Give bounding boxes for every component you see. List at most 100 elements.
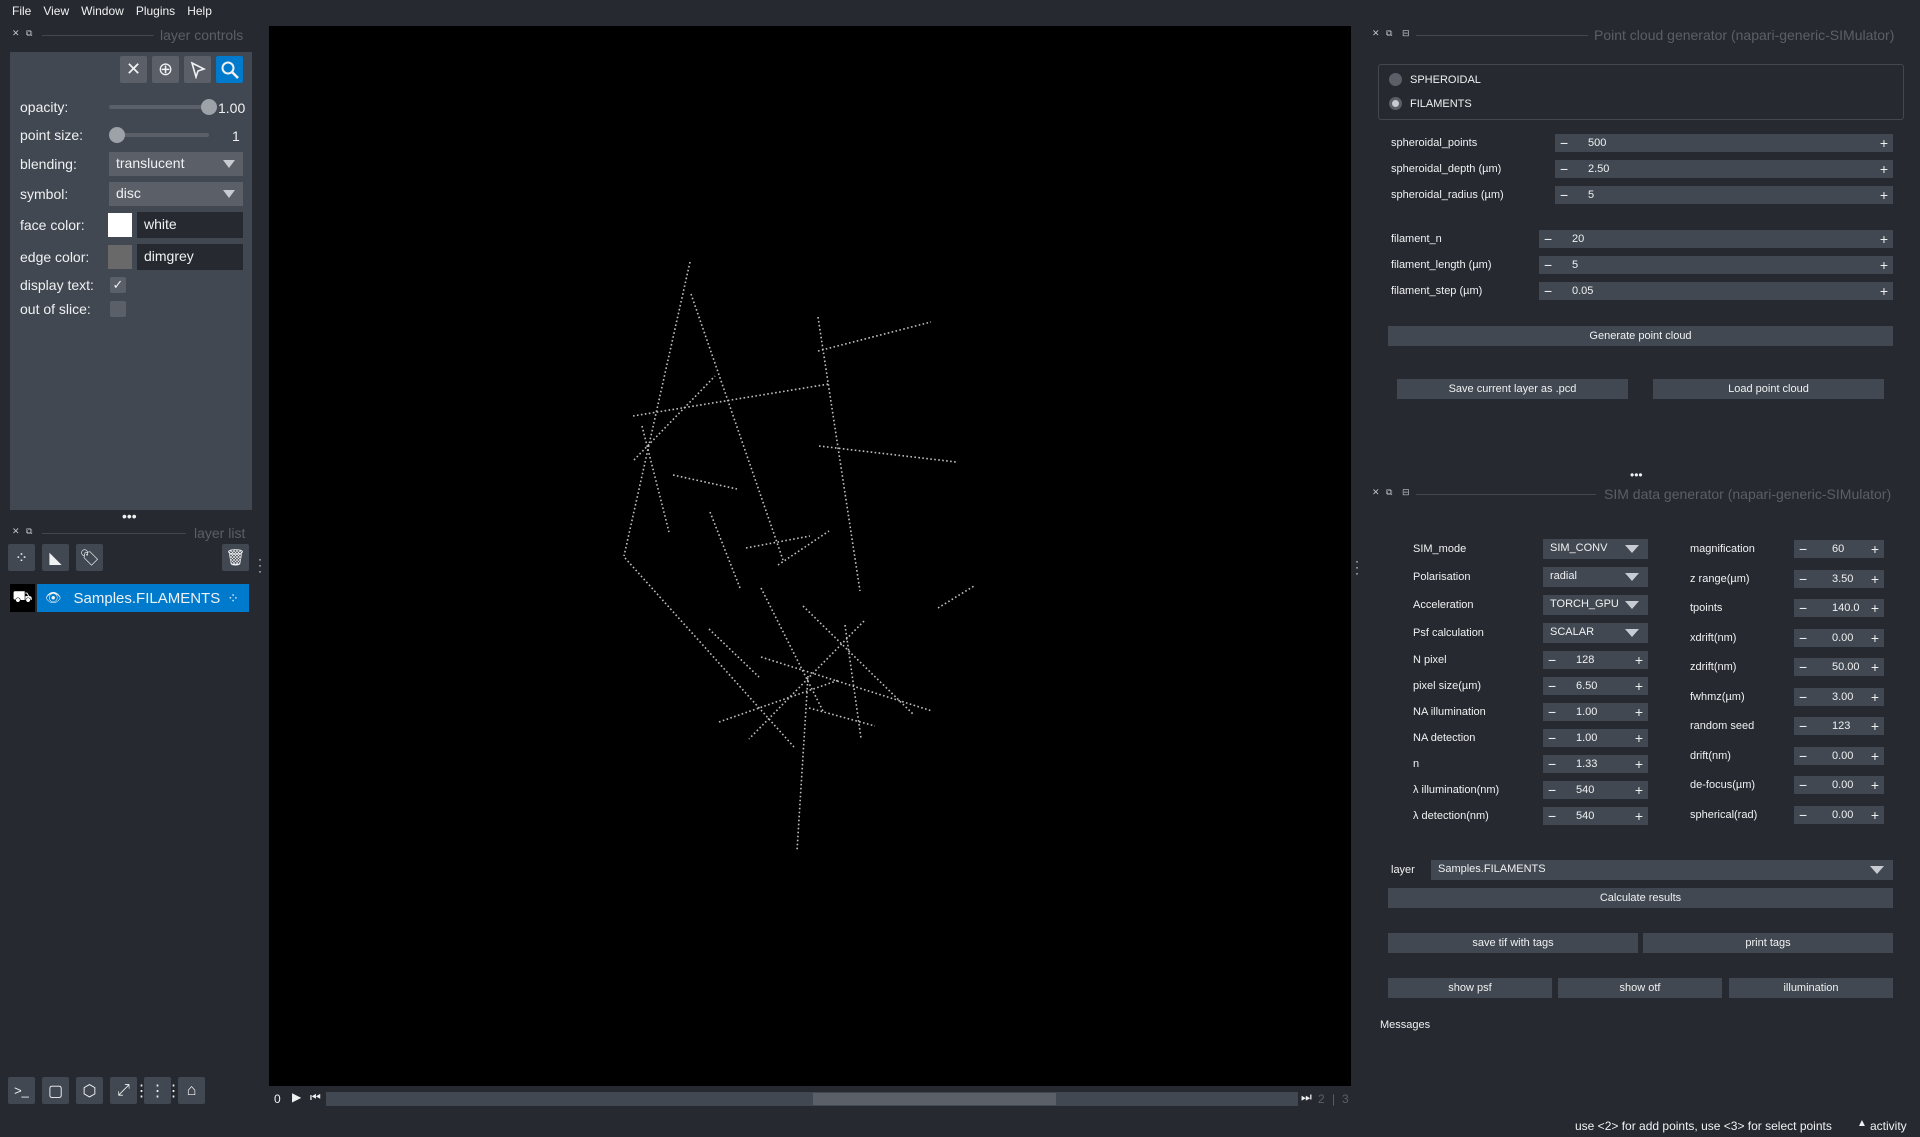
dock-float-icon[interactable]: ⧉	[1386, 487, 1392, 498]
dock-close-icon[interactable]: ✕	[12, 526, 20, 537]
skip-back-icon[interactable]: ⏮	[310, 1090, 321, 1105]
layer-select[interactable]: Samples.FILAMENTS	[1431, 860, 1893, 880]
console-button[interactable]: >_	[8, 1077, 35, 1104]
dock-close-icon[interactable]: ✕	[1372, 487, 1380, 498]
param-spinbox[interactable]: − 60 +	[1794, 540, 1884, 558]
blending-select[interactable]: translucent	[109, 152, 243, 176]
param-spinbox[interactable]: − 50.00 +	[1794, 658, 1884, 676]
param-spinbox[interactable]: − 140.0 +	[1794, 599, 1884, 617]
calculate-results-button[interactable]: Calculate results	[1388, 888, 1893, 908]
dock-hide-icon[interactable]: ⊟	[1402, 28, 1410, 39]
plus-icon[interactable]: +	[1635, 677, 1643, 695]
delete-points-button[interactable]: ✕	[120, 56, 147, 83]
spheroidal-points-spinbox[interactable]: − 500 +	[1555, 134, 1893, 152]
filament-length-spinbox[interactable]: − 5 +	[1539, 256, 1893, 274]
plus-icon[interactable]: +	[1871, 570, 1879, 588]
minus-icon[interactable]: −	[1548, 729, 1556, 747]
menu-plugins[interactable]: Plugins	[130, 4, 181, 18]
activity-button[interactable]: activity	[1870, 1119, 1907, 1133]
plus-icon[interactable]: +	[1880, 282, 1888, 300]
plus-icon[interactable]: +	[1871, 747, 1879, 765]
plus-icon[interactable]: +	[1635, 755, 1643, 773]
radio-filaments[interactable]: FILAMENTS	[1389, 97, 1472, 110]
filament-n-spinbox[interactable]: − 20 +	[1539, 230, 1893, 248]
ndisplay-button[interactable]: ▢	[42, 1077, 69, 1104]
plus-icon[interactable]: +	[1880, 230, 1888, 248]
minus-icon[interactable]: −	[1548, 651, 1556, 669]
pan-zoom-button[interactable]	[216, 56, 243, 83]
param-spinbox[interactable]: − 540 +	[1543, 807, 1648, 825]
dock-float-icon[interactable]: ⧉	[26, 28, 32, 39]
plus-icon[interactable]: +	[1635, 729, 1643, 747]
minus-icon[interactable]: −	[1799, 658, 1807, 676]
minus-icon[interactable]: −	[1560, 186, 1568, 204]
dock-float-icon[interactable]: ⧉	[26, 526, 32, 537]
param-spinbox[interactable]: − 1.00 +	[1543, 703, 1648, 721]
minus-icon[interactable]: −	[1548, 781, 1556, 799]
filament-step-spinbox[interactable]: − 0.05 +	[1539, 282, 1893, 300]
dims-axis-value[interactable]: 2	[1318, 1092, 1325, 1106]
display-text-checkbox[interactable]: ✓	[110, 277, 126, 293]
minus-icon[interactable]: −	[1799, 806, 1807, 824]
layer-row[interactable]: 👁 Samples.FILAMENTS ⁘	[37, 584, 249, 612]
param-spinbox[interactable]: − 0.00 +	[1794, 776, 1884, 794]
minus-icon[interactable]: −	[1799, 599, 1807, 617]
dock-float-icon[interactable]: ⧉	[1386, 28, 1392, 39]
roll-dims-button[interactable]: ⬡	[76, 1077, 103, 1104]
minus-icon[interactable]: −	[1544, 230, 1552, 248]
minus-icon[interactable]: −	[1548, 807, 1556, 825]
minus-icon[interactable]: −	[1560, 134, 1568, 152]
new-labels-layer-button[interactable]: 🏷	[76, 544, 103, 571]
caret-up-icon[interactable]: ▲	[1857, 1118, 1867, 1129]
add-points-button[interactable]: ⊕	[152, 56, 179, 83]
minus-icon[interactable]: −	[1799, 776, 1807, 794]
acceleration-select[interactable]: TORCH_GPU	[1543, 595, 1648, 615]
splitter-handle-vertical[interactable]: · · ·	[1355, 555, 1359, 579]
minus-icon[interactable]: −	[1799, 540, 1807, 558]
play-icon[interactable]: ▶	[292, 1090, 301, 1104]
viewer-canvas[interactable]	[269, 26, 1351, 1086]
plus-icon[interactable]: +	[1871, 540, 1879, 558]
menu-window[interactable]: Window	[75, 4, 130, 18]
splitter-handle[interactable]: •••	[122, 508, 137, 524]
spheroidal-depth-spinbox[interactable]: − 2.50 +	[1555, 160, 1893, 178]
select-points-button[interactable]	[184, 56, 211, 83]
plus-icon[interactable]: +	[1880, 160, 1888, 178]
param-spinbox[interactable]: − 3.00 +	[1794, 687, 1884, 706]
print-tags-button[interactable]: print tags	[1643, 933, 1893, 953]
plus-icon[interactable]: +	[1871, 806, 1879, 824]
dock-close-icon[interactable]: ✕	[1372, 28, 1380, 39]
param-spinbox[interactable]: − 123 +	[1794, 717, 1884, 735]
plus-icon[interactable]: +	[1635, 781, 1643, 799]
param-spinbox[interactable]: − 0.00 +	[1794, 746, 1884, 765]
plus-icon[interactable]: +	[1635, 807, 1643, 825]
opacity-slider[interactable]	[109, 105, 209, 109]
minus-icon[interactable]: −	[1548, 677, 1556, 695]
show-psf-button[interactable]: show psf	[1388, 978, 1552, 998]
generate-point-cloud-button[interactable]: Generate point cloud	[1388, 326, 1893, 346]
psf-calculation-select[interactable]: SCALAR	[1543, 623, 1648, 643]
minus-icon[interactable]: −	[1544, 282, 1552, 300]
dims-slider[interactable]	[326, 1092, 1298, 1106]
delete-layer-button[interactable]: 🗑	[222, 544, 249, 571]
minus-icon[interactable]: −	[1799, 717, 1807, 735]
param-spinbox[interactable]: − 0.00 +	[1794, 805, 1884, 824]
plus-icon[interactable]: +	[1871, 658, 1879, 676]
param-spinbox[interactable]: − 0.00 +	[1794, 628, 1884, 647]
menu-help[interactable]: Help	[181, 4, 218, 18]
plus-icon[interactable]: +	[1635, 651, 1643, 669]
minus-icon[interactable]: −	[1560, 160, 1568, 178]
grid-view-button[interactable]: ⋮⋮⋮	[134, 1077, 182, 1104]
minus-icon[interactable]: −	[1548, 703, 1556, 721]
edge-color-swatch[interactable]	[108, 245, 132, 269]
sim-mode-select[interactable]: SIM_CONV	[1543, 539, 1648, 559]
splitter-handle-vertical[interactable]: · · ·	[258, 553, 262, 577]
minus-icon[interactable]: −	[1799, 570, 1807, 588]
plus-icon[interactable]: +	[1871, 776, 1879, 794]
menu-view[interactable]: View	[37, 4, 75, 18]
param-spinbox[interactable]: − 540 +	[1543, 781, 1648, 799]
plus-icon[interactable]: +	[1871, 599, 1879, 617]
plus-icon[interactable]: +	[1871, 717, 1879, 735]
home-button[interactable]: ⌂	[178, 1077, 205, 1104]
out-of-slice-checkbox[interactable]	[110, 301, 126, 317]
